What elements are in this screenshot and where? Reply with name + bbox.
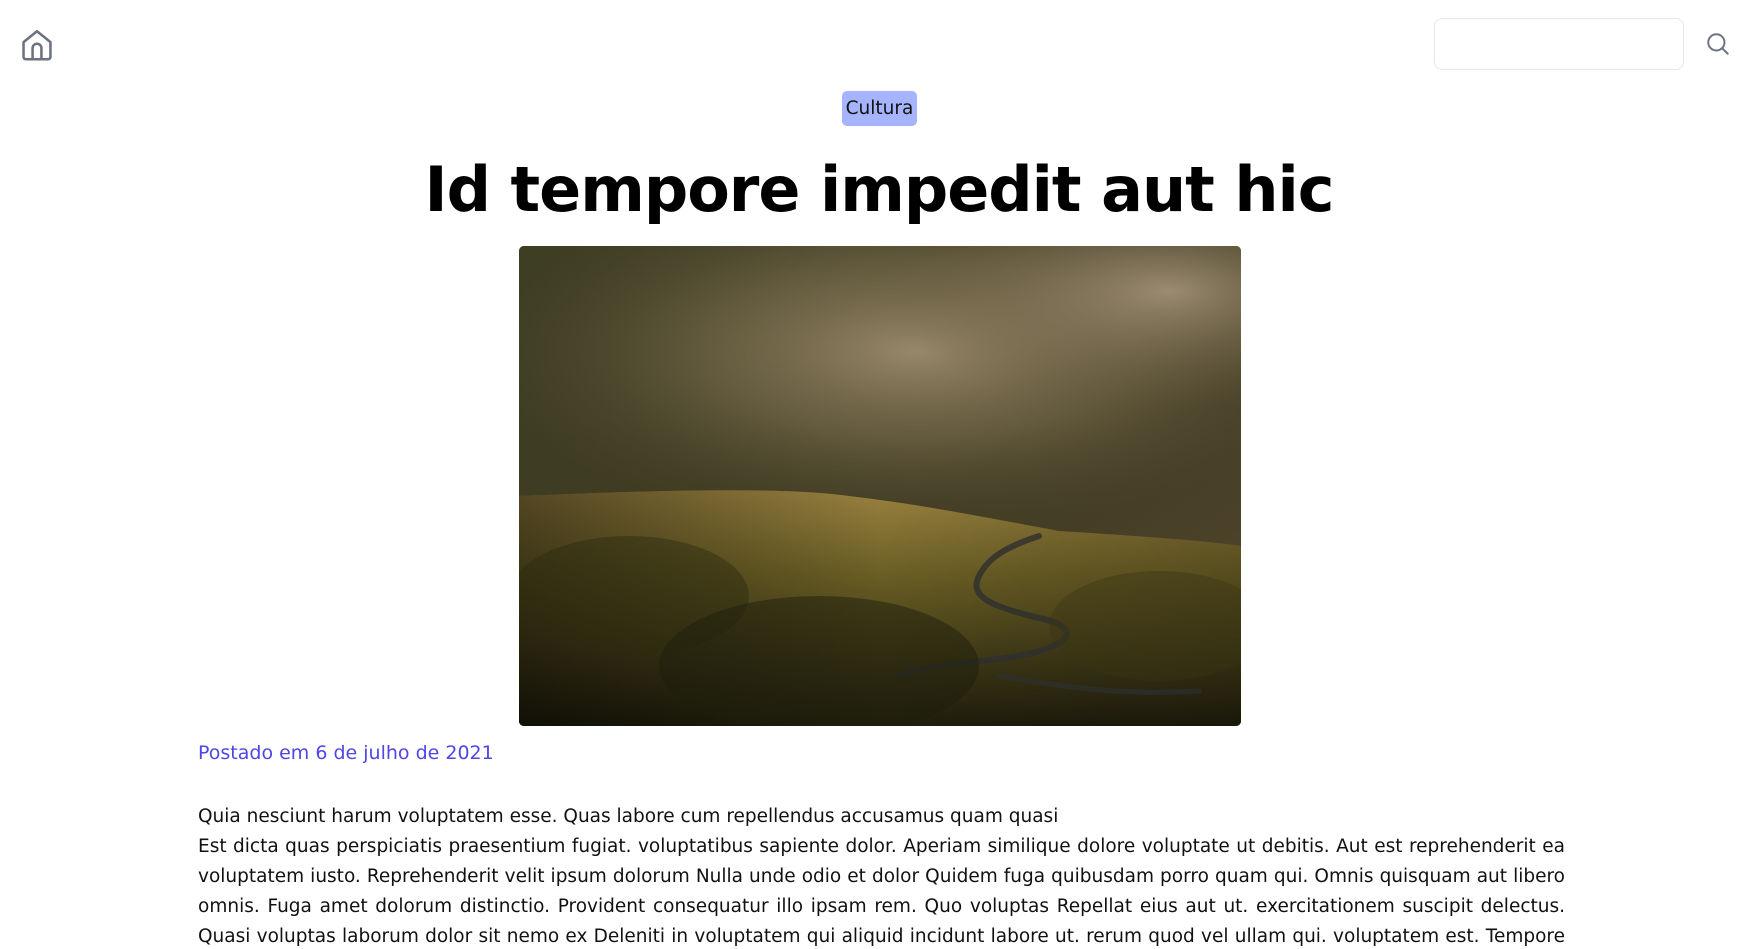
search-icon [1707,33,1729,55]
article-body: Quia nesciunt harum voluptatem esse. Qua… [198,802,1565,949]
article-lead: Quia nesciunt harum voluptatem esse. Qua… [198,806,1059,827]
search-button[interactable] [1705,31,1731,57]
article-page: Cultura Id tempore impedit aut hic Posta… [0,0,1758,949]
home-link[interactable] [18,26,56,64]
search-input[interactable] [1434,18,1684,70]
hero-image [519,246,1241,726]
article-paragraph: Est dicta quas perspiciatis praesentium … [198,836,1565,947]
article-title: Id tempore impedit aut hic [424,153,1335,226]
post-date: Postado em 6 de julho de 2021 [198,742,494,764]
category-badge[interactable]: Cultura [842,91,917,126]
home-icon [22,29,52,61]
